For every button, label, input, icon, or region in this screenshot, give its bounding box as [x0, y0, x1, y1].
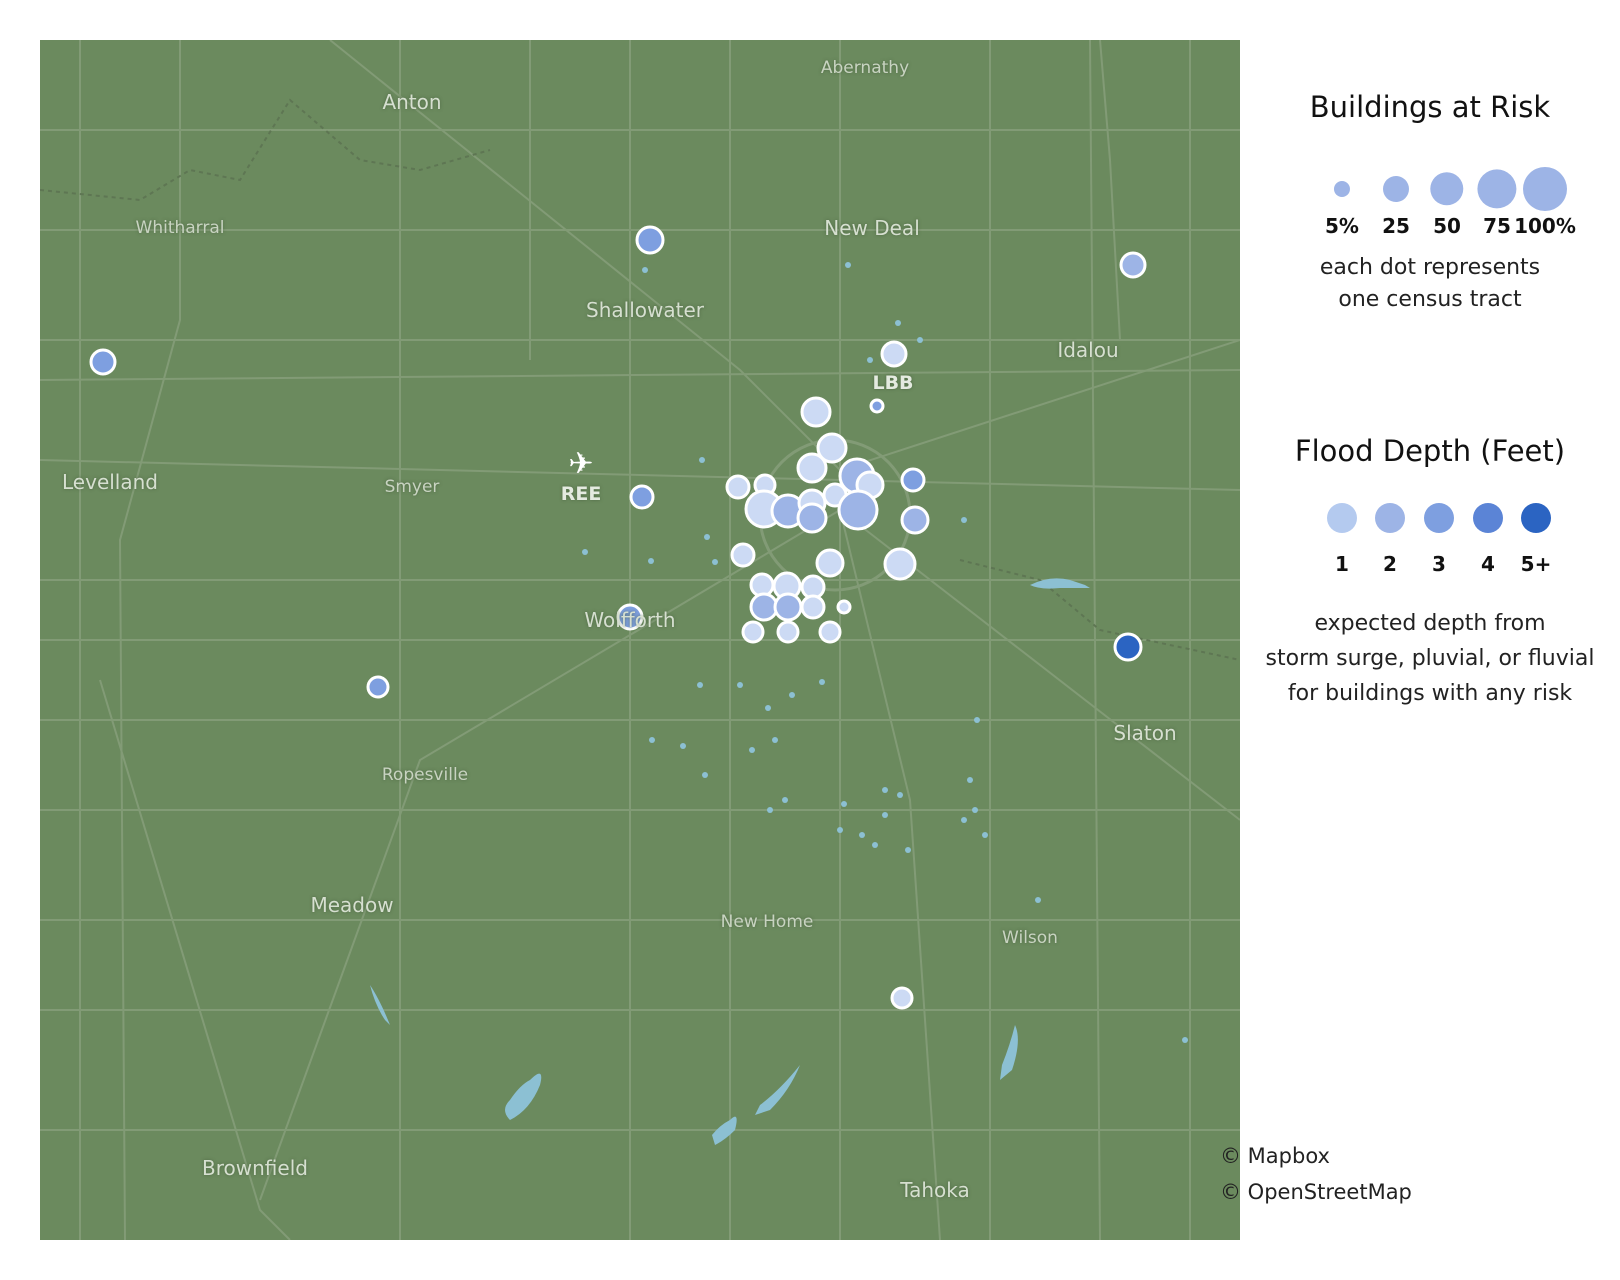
place-label: Whitharral	[135, 218, 225, 238]
depth-legend-label: 3	[1432, 552, 1446, 576]
depth-legend-title: Flood Depth (Feet)	[1294, 434, 1566, 468]
place-label: Smyer	[384, 477, 440, 497]
census-tract-marker[interactable]	[818, 620, 842, 644]
depth-legend-dot	[1375, 503, 1405, 533]
size-note-line-2: one census tract	[1338, 287, 1522, 312]
size-legend-note: each dot represents one census tract	[1245, 252, 1615, 316]
census-tract-marker[interactable]	[1113, 632, 1143, 662]
census-tract-marker[interactable]	[890, 986, 914, 1010]
census-tract-marker[interactable]	[880, 340, 908, 368]
place-label: Brownfield	[202, 1156, 308, 1180]
census-tract-marker[interactable]	[869, 398, 885, 414]
census-tract-marker[interactable]	[900, 505, 930, 535]
depth-legend-label: 4	[1481, 552, 1495, 576]
size-legend-label: 75	[1483, 214, 1511, 238]
census-tract-marker[interactable]	[796, 502, 828, 534]
place-label: Meadow	[310, 893, 394, 917]
mapbox-credit[interactable]: © Mapbox	[1220, 1138, 1412, 1174]
place-label: New Home	[720, 912, 814, 932]
depth-legend-labels: 1 2 3 4 5+	[1245, 552, 1615, 582]
airplane-icon: ✈	[568, 446, 594, 482]
place-label: New Deal	[824, 216, 920, 240]
census-tract-marker[interactable]	[900, 467, 926, 493]
depth-legend-label: 2	[1383, 552, 1397, 576]
map-credits: © Mapbox © OpenStreetMap	[1220, 1138, 1412, 1210]
depth-note-line-3: for buildings with any risk	[1287, 681, 1573, 706]
size-legend-label: 50	[1433, 214, 1461, 238]
depth-note-line-1: expected depth from	[1314, 611, 1546, 636]
place-label: Ropesville	[381, 765, 469, 785]
size-legend-dot	[1430, 172, 1464, 206]
census-tract-marker[interactable]	[629, 484, 655, 510]
place-label: Wolfforth	[584, 608, 676, 632]
census-tract-marker[interactable]	[815, 548, 845, 578]
census-tract-marker[interactable]	[366, 675, 390, 699]
census-tract-marker[interactable]	[749, 592, 779, 622]
depth-legend-dot	[1327, 503, 1357, 533]
census-tract-marker[interactable]	[741, 620, 765, 644]
depth-legend-dots	[1245, 498, 1615, 538]
census-tract-marker[interactable]	[796, 452, 828, 484]
census-tract-marker[interactable]	[1119, 251, 1147, 279]
depth-legend-label: 1	[1335, 552, 1349, 576]
census-tract-marker[interactable]	[89, 348, 117, 376]
depth-legend-dot	[1424, 503, 1454, 533]
census-tract-marker[interactable]	[836, 599, 852, 615]
census-tract-marker[interactable]	[725, 474, 751, 500]
size-legend-dots	[1245, 164, 1615, 214]
census-tract-marker[interactable]	[773, 592, 803, 622]
census-tract-marker[interactable]	[800, 594, 826, 620]
size-legend-dot	[1477, 169, 1517, 209]
place-label: Shallowater	[586, 298, 704, 322]
place-label: Wilson	[1002, 928, 1058, 948]
census-tract-marker[interactable]	[730, 542, 756, 568]
size-legend-label: 5%	[1325, 214, 1359, 238]
map-canvas[interactable]: Abernathy Anton Whitharral New Deal Shallowa…	[40, 40, 1240, 1240]
legend: Buildings at Risk 5% 25 50 75 100% each dot …	[1245, 90, 1615, 711]
depth-legend-label: 5+	[1520, 552, 1552, 576]
place-label: LBB	[872, 372, 914, 394]
census-tract-marker[interactable]	[883, 547, 917, 581]
census-tract-marker[interactable]	[776, 620, 800, 644]
place-label: Slaton	[1113, 721, 1177, 745]
size-legend-dot	[1523, 167, 1567, 211]
size-legend-labels: 5% 25 50 75 100%	[1245, 214, 1615, 244]
depth-legend-dot	[1473, 503, 1503, 533]
depth-legend-note: expected depth from storm surge, pluvial…	[1245, 606, 1615, 711]
size-legend-label: 25	[1382, 214, 1410, 238]
size-legend-dot	[1333, 180, 1351, 198]
place-label: Abernathy	[820, 58, 910, 78]
depth-legend-dot	[1521, 503, 1551, 533]
place-label: Tahoka	[900, 1178, 970, 1202]
place-label: Levelland	[62, 470, 158, 494]
size-legend-label: 100%	[1514, 214, 1576, 238]
place-label: REE	[560, 483, 602, 505]
size-legend-dot	[1383, 176, 1409, 202]
size-note-line-1: each dot represents	[1319, 255, 1541, 280]
size-legend-title: Buildings at Risk	[1309, 90, 1551, 124]
osm-credit[interactable]: © OpenStreetMap	[1220, 1174, 1412, 1210]
census-tract-marker[interactable]	[635, 225, 665, 255]
census-tract-marker[interactable]	[837, 489, 879, 531]
census-tract-marker[interactable]	[800, 396, 832, 428]
place-label: Idalou	[1057, 338, 1119, 362]
depth-note-line-2: storm surge, pluvial, or fluvial	[1265, 646, 1595, 671]
place-label: Anton	[382, 90, 442, 114]
